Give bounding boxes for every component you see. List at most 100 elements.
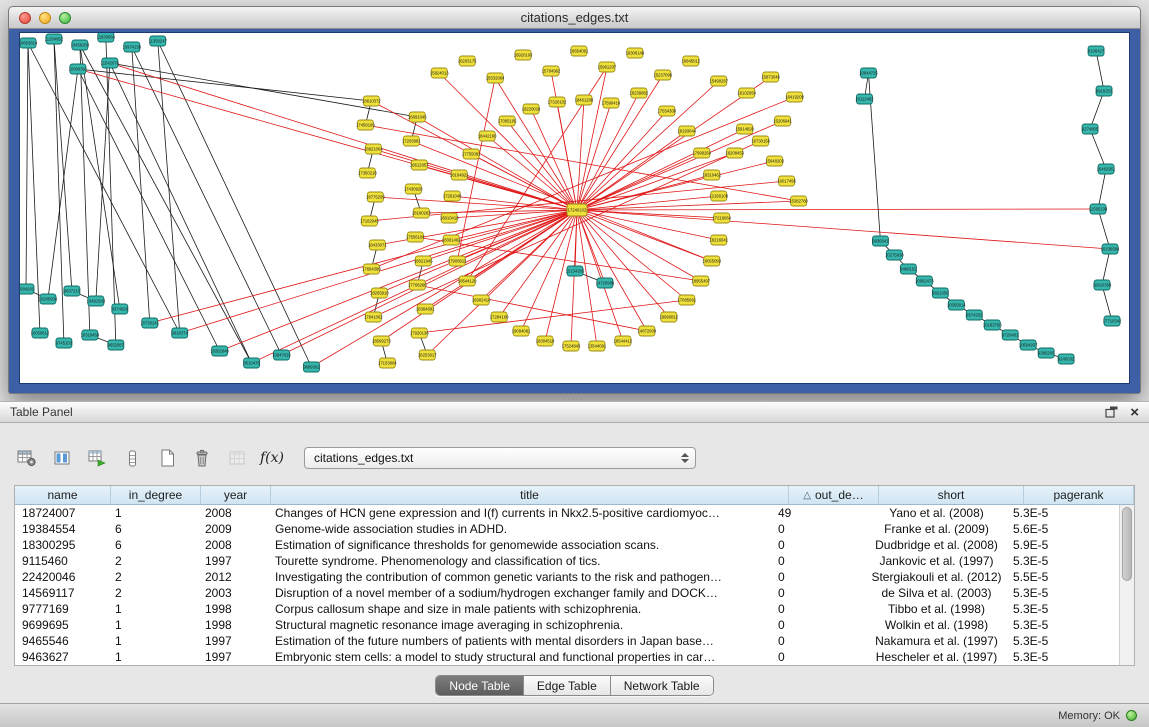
vertical-scrollbar[interactable]	[1119, 505, 1134, 665]
graph-edge[interactable]	[158, 41, 312, 367]
cell-title[interactable]: Investigating the contribution of common…	[271, 569, 774, 585]
cell-out_degree[interactable]: 0	[774, 649, 864, 665]
float-panel-button[interactable]	[1105, 406, 1118, 418]
import-table-button[interactable]	[84, 446, 110, 470]
column-header-out_degree[interactable]: △out_de…	[789, 486, 879, 504]
cell-short[interactable]: Nakamura et al. (1997)	[864, 633, 1009, 649]
cell-short[interactable]: Yano et al. (2008)	[864, 505, 1009, 521]
graph-edge[interactable]	[1098, 169, 1106, 209]
graph-edge[interactable]	[371, 97, 794, 269]
cell-pagerank[interactable]: 5.9E-5	[1009, 537, 1119, 553]
scrollbar-thumb[interactable]	[1122, 507, 1132, 581]
cell-out_degree[interactable]: 49	[774, 505, 864, 521]
graph-edge[interactable]	[577, 81, 719, 210]
cell-title[interactable]: Structural magnetic resonance image aver…	[271, 617, 774, 633]
cell-short[interactable]: Stergiakouli et al. (2012)	[864, 569, 1009, 585]
cell-pagerank[interactable]: 5.3E-5	[1009, 617, 1119, 633]
cell-pagerank[interactable]: 5.5E-5	[1009, 569, 1119, 585]
delete-table-button[interactable]	[189, 446, 215, 470]
table-row[interactable]: 2242004622012Investigating the contribut…	[15, 569, 1119, 585]
column-header-short[interactable]: short	[879, 486, 1024, 504]
new-table-button[interactable]	[154, 446, 180, 470]
graph-edge[interactable]	[110, 63, 577, 210]
cell-year[interactable]: 2008	[201, 537, 271, 553]
cell-title[interactable]: Embryonic stem cells: a model to study s…	[271, 649, 774, 665]
cell-in_degree[interactable]: 1	[111, 505, 201, 521]
cell-pagerank[interactable]: 5.3E-5	[1009, 633, 1119, 649]
cell-year[interactable]: 2009	[201, 521, 271, 537]
cell-title[interactable]: Estimation of the future numbers of pati…	[271, 633, 774, 649]
cell-out_degree[interactable]: 0	[774, 569, 864, 585]
cell-short[interactable]: Dudbridge et al. (2008)	[864, 537, 1009, 553]
graph-edge[interactable]	[577, 210, 687, 300]
graph-edge[interactable]	[379, 210, 577, 293]
minimize-window-button[interactable]	[39, 12, 51, 24]
column-header-title[interactable]: title	[271, 486, 789, 504]
cell-year[interactable]: 1997	[201, 649, 271, 665]
graph-edge[interactable]	[1090, 91, 1104, 129]
column-header-in_degree[interactable]: in_degree	[111, 486, 201, 504]
cell-short[interactable]: Wolkin et al. (1998)	[864, 617, 1009, 633]
tab-node-table[interactable]: Node Table	[436, 676, 524, 695]
cell-name[interactable]: 9463627	[15, 649, 111, 665]
cell-name[interactable]: 9777169	[15, 601, 111, 617]
graph-edge[interactable]	[1090, 129, 1106, 169]
network-canvas[interactable]: 1724010218239862175543001819304417999264…	[20, 33, 1129, 383]
cell-year[interactable]: 1998	[201, 617, 271, 633]
cell-name[interactable]: 22420046	[15, 569, 111, 585]
graph-edge[interactable]	[577, 210, 701, 281]
graph-edge[interactable]	[80, 45, 252, 363]
table-row[interactable]: 911546021997Tourette syndrome. Phenomeno…	[15, 553, 1119, 569]
cell-name[interactable]: 19384554	[15, 521, 111, 537]
cell-out_degree[interactable]: 0	[774, 633, 864, 649]
cell-short[interactable]: de Silva et al. (2003)	[864, 585, 1009, 601]
zoom-window-button[interactable]	[59, 12, 71, 24]
table-row[interactable]: 1938455462009Genome-wide association stu…	[15, 521, 1119, 537]
graph-edge[interactable]	[96, 63, 110, 301]
cell-short[interactable]: Hescheler et al. (1997)	[864, 649, 1009, 665]
graph-edge[interactable]	[577, 196, 719, 210]
cell-name[interactable]: 9115460	[15, 553, 111, 569]
cell-title[interactable]: Tourette syndrome. Phenomenology and cla…	[271, 553, 774, 569]
cell-year[interactable]: 2008	[201, 505, 271, 521]
cell-year[interactable]: 2003	[201, 585, 271, 601]
graph-edge[interactable]	[106, 37, 116, 345]
graph-edge[interactable]	[577, 153, 702, 210]
graph-edge[interactable]	[577, 131, 687, 210]
graph-edge[interactable]	[577, 210, 597, 346]
panel-resize-handle[interactable]	[564, 395, 584, 400]
cell-pagerank[interactable]: 5.3E-5	[1009, 585, 1119, 601]
table-row[interactable]: 946554611997Estimation of the future num…	[15, 633, 1119, 649]
cell-in_degree[interactable]: 1	[111, 649, 201, 665]
row-tools-button[interactable]	[119, 446, 145, 470]
column-header-pagerank[interactable]: pagerank	[1024, 486, 1134, 504]
graph-edge[interactable]	[110, 63, 252, 363]
cell-title[interactable]: Disruption of a novel member of a sodium…	[271, 585, 774, 601]
cell-in_degree[interactable]: 6	[111, 521, 201, 537]
table-row[interactable]: 969969511998Structural magnetic resonanc…	[15, 617, 1119, 633]
cell-year[interactable]: 1998	[201, 601, 271, 617]
graph-edge[interactable]	[577, 161, 775, 210]
cell-pagerank[interactable]: 5.3E-5	[1009, 601, 1119, 617]
cell-name[interactable]: 9699695	[15, 617, 111, 633]
show-columns-button[interactable]	[49, 446, 75, 470]
graph-edge[interactable]	[1096, 51, 1104, 91]
graph-edge[interactable]	[487, 136, 577, 210]
close-panel-button[interactable]: ×	[1130, 405, 1139, 420]
column-header-name[interactable]: name	[15, 486, 111, 504]
graph-edge[interactable]	[282, 210, 577, 355]
cell-out_degree[interactable]: 0	[774, 585, 864, 601]
cell-title[interactable]: Estimation of significance thresholds fo…	[271, 537, 774, 553]
cell-in_degree[interactable]: 1	[111, 617, 201, 633]
cell-in_degree[interactable]: 2	[111, 569, 201, 585]
cell-pagerank[interactable]: 5.3E-5	[1009, 505, 1119, 521]
graph-edge[interactable]	[78, 69, 577, 210]
cell-out_degree[interactable]: 0	[774, 601, 864, 617]
tab-network-table[interactable]: Network Table	[611, 676, 713, 695]
tab-edge-table[interactable]: Edge Table	[524, 676, 611, 695]
cell-title[interactable]: Corpus callosum shape and size in male p…	[271, 601, 774, 617]
cell-short[interactable]: Franke et al. (2009)	[864, 521, 1009, 537]
cell-name[interactable]: 14569117	[15, 585, 111, 601]
cell-year[interactable]: 1997	[201, 633, 271, 649]
cell-name[interactable]: 9465546	[15, 633, 111, 649]
